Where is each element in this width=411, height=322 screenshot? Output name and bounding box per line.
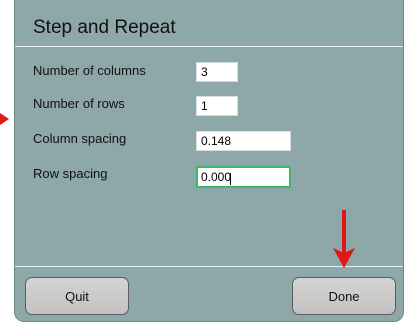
row-spacing-field[interactable] xyxy=(196,166,291,188)
number-of-rows-field[interactable] xyxy=(196,96,238,116)
text-cursor xyxy=(230,173,231,185)
number-of-columns-label: Number of columns xyxy=(33,63,146,78)
dialog-title-bar: Step and Repeat xyxy=(15,0,403,46)
title-divider xyxy=(15,46,403,47)
number-of-columns-field[interactable] xyxy=(196,62,238,82)
row-spacing-label: Row spacing xyxy=(33,166,108,181)
number-of-rows-label: Number of rows xyxy=(33,96,125,111)
quit-button[interactable]: Quit xyxy=(25,277,129,315)
step-and-repeat-dialog: Step and Repeat Number of columns Number… xyxy=(14,0,404,322)
annotation-arrow-down xyxy=(333,210,355,268)
column-spacing-label: Column spacing xyxy=(33,131,127,146)
dialog-title: Step and Repeat xyxy=(33,17,176,38)
done-button[interactable]: Done xyxy=(292,277,396,315)
column-spacing-field[interactable] xyxy=(196,131,291,151)
annotation-arrow-left xyxy=(0,113,9,125)
